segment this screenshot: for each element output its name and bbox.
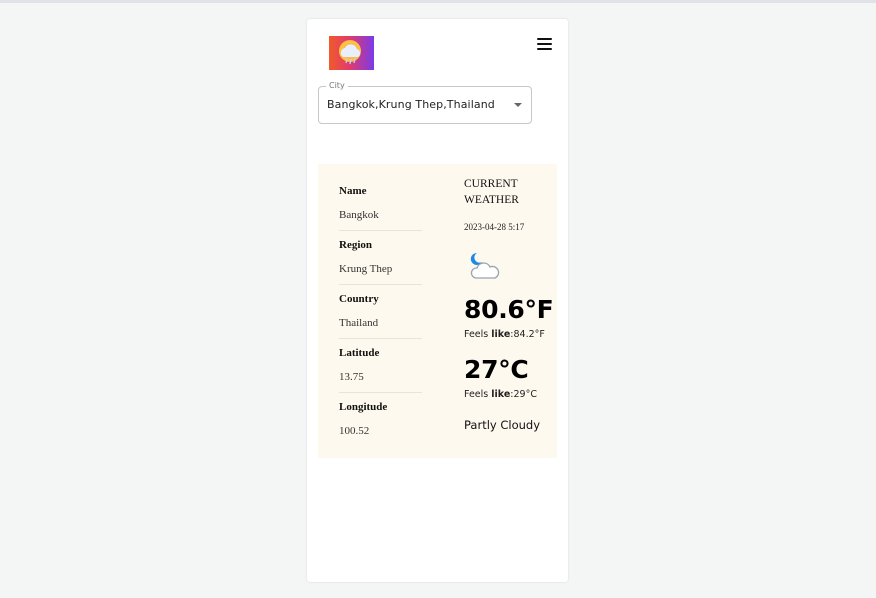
longitude-value: 100.52	[339, 425, 370, 437]
country-value: Thailand	[339, 317, 379, 329]
feels-prefix: Feels	[464, 329, 492, 340]
weather-time: 2023-04-28 5:17	[464, 222, 525, 232]
feels-like-word: like	[491, 389, 511, 400]
city-select[interactable]: City Bangkok,Krung Thep,Thailand	[318, 80, 532, 124]
location-info: Name Bangkok Region Krung Thep Country T…	[339, 177, 422, 447]
name-value: Bangkok	[339, 209, 379, 221]
temperature-celsius: 27°C	[464, 355, 529, 384]
hamburger-menu-icon[interactable]	[537, 37, 553, 53]
feels-prefix: Feels	[464, 389, 492, 400]
rain-cloud-logo-icon[interactable]	[329, 36, 374, 70]
latitude-value: 13.75	[339, 371, 364, 383]
info-country: Country Thailand	[339, 285, 422, 339]
latitude-label: Latitude	[339, 347, 380, 359]
country-label: Country	[339, 293, 379, 305]
feels-like-c-value: :29°C	[510, 389, 537, 400]
feels-like-celsius: Feels like:29°C	[464, 389, 537, 400]
region-label: Region	[339, 239, 372, 251]
feels-like-word: like	[491, 329, 511, 340]
city-select-value: Bangkok,Krung Thep,Thailand	[327, 98, 495, 111]
info-longitude: Longitude 100.52	[339, 393, 422, 447]
longitude-label: Longitude	[339, 401, 388, 413]
partly-cloudy-night-icon	[467, 250, 503, 282]
chevron-down-icon[interactable]	[514, 103, 522, 107]
name-label: Name	[339, 185, 367, 197]
weather-card: City Bangkok,Krung Thep,Thailand Name Ba…	[307, 19, 568, 582]
feels-like-f-value: :84.2°F	[510, 329, 545, 340]
weather-condition: Partly Cloudy	[464, 418, 541, 432]
current-weather-title: CURRENT WEATHER	[464, 178, 519, 206]
weather-panel: Name Bangkok Region Krung Thep Country T…	[318, 164, 557, 458]
browser-top-border	[0, 0, 876, 3]
feels-like-fahrenheit: Feels like:84.2°F	[464, 329, 545, 340]
temperature-fahrenheit: 80.6°F	[464, 295, 554, 324]
info-name: Name Bangkok	[339, 177, 422, 231]
info-region: Region Krung Thep	[339, 231, 422, 285]
info-latitude: Latitude 13.75	[339, 339, 422, 393]
region-value: Krung Thep	[339, 263, 393, 275]
city-select-label: City	[326, 80, 348, 92]
